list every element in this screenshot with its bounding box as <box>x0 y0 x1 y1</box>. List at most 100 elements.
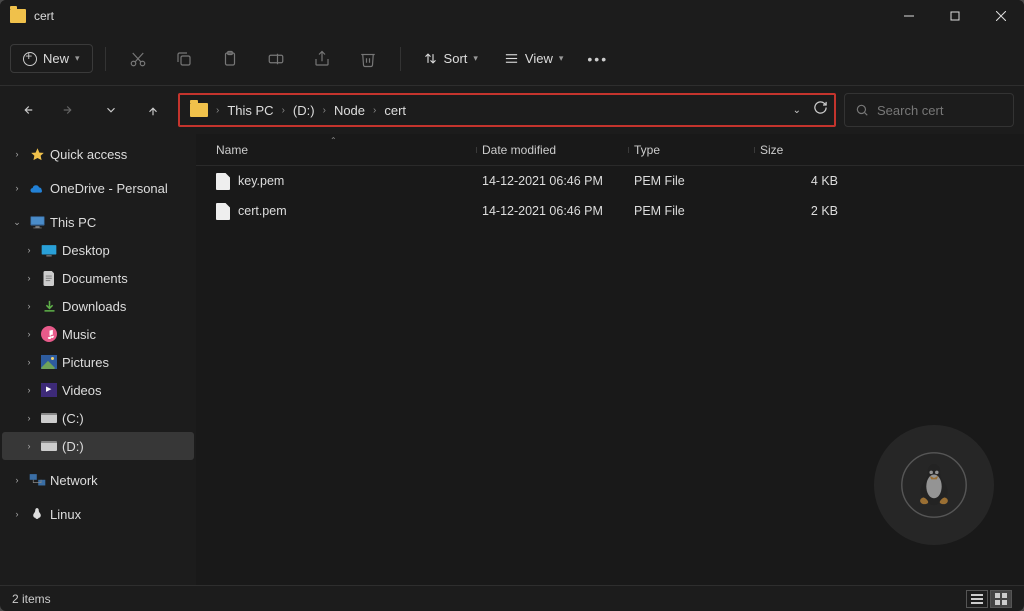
file-type: PEM File <box>628 174 754 188</box>
file-type: PEM File <box>628 204 754 218</box>
view-icon <box>504 51 519 66</box>
rename-button[interactable] <box>256 41 296 77</box>
sort-arrow-icon: ⌃ <box>330 136 337 145</box>
back-button[interactable] <box>10 93 44 127</box>
file-row[interactable]: cert.pem 14-12-2021 06:46 PM PEM File 2 … <box>196 196 1024 226</box>
copy-button[interactable] <box>164 41 204 77</box>
chevron-down-icon: ▾ <box>559 53 564 64</box>
file-icon <box>216 173 230 190</box>
linux-icon <box>30 507 44 521</box>
download-icon <box>42 299 57 314</box>
breadcrumb-item[interactable]: (D:) <box>293 103 315 118</box>
file-row[interactable]: key.pem 14-12-2021 06:46 PM PEM File 4 K… <box>196 166 1024 196</box>
sort-button[interactable]: Sort ▾ <box>413 45 488 72</box>
network-icon <box>29 473 46 488</box>
explorer-window: cert New ▾ Sort ▾ View ▾ ••• <box>0 0 1024 611</box>
file-date: 14-12-2021 06:46 PM <box>476 174 628 188</box>
breadcrumb-item[interactable]: This PC <box>227 103 273 118</box>
cloud-icon <box>29 182 45 194</box>
column-name[interactable]: Name⌃ <box>210 143 476 157</box>
file-size: 4 KB <box>754 174 854 188</box>
chevron-down-icon: ▾ <box>75 53 80 64</box>
music-icon <box>41 326 57 342</box>
column-headers: Name⌃ Date modified Type Size <box>196 134 1024 166</box>
minimize-button[interactable] <box>886 0 932 32</box>
search-icon <box>855 103 869 117</box>
sidebar-item-music[interactable]: ›Music <box>2 320 194 348</box>
sidebar-item-network[interactable]: › Network <box>2 466 194 494</box>
desktop-icon <box>41 244 57 257</box>
item-count: 2 items <box>12 592 51 606</box>
chevron-right-icon: › <box>216 105 219 116</box>
new-label: New <box>43 51 69 66</box>
breadcrumb-item[interactable]: Node <box>334 103 365 118</box>
search-box[interactable]: Search cert <box>844 93 1014 127</box>
share-button[interactable] <box>302 41 342 77</box>
sidebar-item-drive-d[interactable]: ›(D:) <box>2 432 194 460</box>
breadcrumb-item[interactable]: cert <box>384 103 406 118</box>
sidebar-item-linux[interactable]: › Linux <box>2 500 194 528</box>
window-title: cert <box>34 9 886 23</box>
chevron-down-icon[interactable]: ⌄ <box>10 217 24 228</box>
column-size[interactable]: Size <box>754 143 854 157</box>
videos-icon <box>41 383 57 397</box>
sidebar-item-quick-access[interactable]: › Quick access <box>2 140 194 168</box>
sidebar-item-onedrive[interactable]: › OneDrive - Personal <box>2 174 194 202</box>
nav-row: › This PC › (D:) › Node › cert ⌄ Search … <box>0 86 1024 134</box>
sort-icon <box>423 51 438 66</box>
sidebar-item-videos[interactable]: ›Videos <box>2 376 194 404</box>
column-date[interactable]: Date modified <box>476 143 628 157</box>
watermark <box>874 425 994 545</box>
sidebar-item-documents[interactable]: ›Documents <box>2 264 194 292</box>
drive-icon <box>41 441 57 451</box>
pictures-icon <box>41 355 57 369</box>
chevron-right-icon: › <box>373 105 376 116</box>
column-type[interactable]: Type <box>628 143 754 157</box>
separator <box>400 47 401 71</box>
chevron-right-icon: › <box>323 105 326 116</box>
details-view-button[interactable] <box>966 590 988 608</box>
separator <box>105 47 106 71</box>
chevron-right-icon: › <box>282 105 285 116</box>
file-list-area: Name⌃ Date modified Type Size key.pem 14… <box>196 134 1024 585</box>
close-button[interactable] <box>978 0 1024 32</box>
delete-button[interactable] <box>348 41 388 77</box>
status-bar: 2 items <box>0 585 1024 611</box>
sidebar-item-this-pc[interactable]: ⌄ This PC <box>2 208 194 236</box>
documents-icon <box>43 271 56 286</box>
chevron-down-icon: ▾ <box>473 53 478 64</box>
new-button[interactable]: New ▾ <box>10 44 93 73</box>
sidebar-item-downloads[interactable]: ›Downloads <box>2 292 194 320</box>
sidebar: › Quick access › OneDrive - Personal ⌄ T… <box>0 134 196 585</box>
file-name: key.pem <box>238 174 284 188</box>
refresh-button[interactable] <box>813 100 828 120</box>
window-controls <box>886 0 1024 32</box>
drive-icon <box>41 413 57 423</box>
file-icon <box>216 203 230 220</box>
up-button[interactable] <box>136 93 170 127</box>
forward-button[interactable] <box>52 93 86 127</box>
view-button[interactable]: View ▾ <box>494 45 573 72</box>
folder-icon <box>10 9 26 23</box>
paste-button[interactable] <box>210 41 250 77</box>
more-button[interactable]: ••• <box>579 51 616 67</box>
search-placeholder: Search cert <box>877 103 943 118</box>
toolbar: New ▾ Sort ▾ View ▾ ••• <box>0 32 1024 86</box>
maximize-button[interactable] <box>932 0 978 32</box>
file-name: cert.pem <box>238 204 287 218</box>
thumbnails-view-button[interactable] <box>990 590 1012 608</box>
sidebar-item-pictures[interactable]: ›Pictures <box>2 348 194 376</box>
chevron-right-icon[interactable]: › <box>10 149 24 159</box>
plus-icon <box>23 52 37 66</box>
address-bar[interactable]: › This PC › (D:) › Node › cert ⌄ <box>178 93 836 127</box>
chevron-right-icon[interactable]: › <box>10 183 24 193</box>
folder-icon <box>190 103 208 117</box>
chevron-down-icon[interactable]: ⌄ <box>785 101 809 120</box>
titlebar: cert <box>0 0 1024 32</box>
sidebar-item-drive-c[interactable]: ›(C:) <box>2 404 194 432</box>
cut-button[interactable] <box>118 41 158 77</box>
sidebar-item-desktop[interactable]: ›Desktop <box>2 236 194 264</box>
file-date: 14-12-2021 06:46 PM <box>476 204 628 218</box>
star-icon <box>30 147 45 162</box>
recent-dropdown-icon[interactable] <box>94 93 128 127</box>
